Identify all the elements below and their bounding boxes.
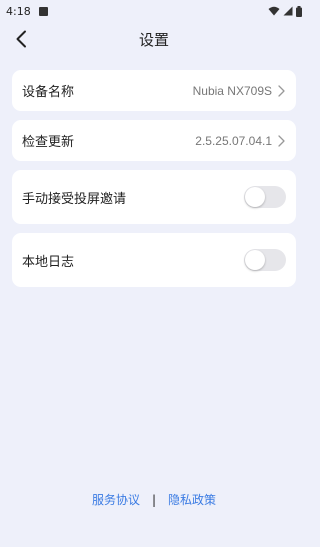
footer-links: 服务协议 | 隐私政策 [0, 491, 308, 508]
footer-separator: | [151, 492, 157, 507]
app-version-value: 2.5.25.07.04.1 [195, 133, 272, 148]
device-name-label: 设备名称 [22, 85, 75, 100]
manual-accept-label: 手动接受投屏邀请 [22, 191, 127, 207]
notification-icon [38, 6, 48, 16]
setting-manual-accept: 手动接受投屏邀请 [12, 170, 296, 224]
toggle-knob [245, 187, 265, 207]
chevron-right-icon [278, 134, 285, 147]
device-name-value: Nubia NX709S [192, 83, 272, 98]
privacy-policy-link[interactable]: 隐私政策 [168, 491, 216, 508]
setting-local-log: 本地日志 [12, 233, 296, 287]
setting-check-update[interactable]: 检查更新 2.5.25.07.04.1 [12, 120, 296, 161]
setting-device-name[interactable]: 设备名称 Nubia NX709S [12, 70, 296, 111]
page-title: 设置 [138, 30, 169, 49]
battery-icon [296, 5, 302, 17]
service-agreement-link[interactable]: 服务协议 [92, 491, 140, 508]
chevron-right-icon [278, 84, 285, 97]
wifi-icon [268, 6, 280, 16]
local-log-toggle[interactable] [244, 249, 286, 271]
manual-accept-toggle[interactable] [244, 186, 286, 208]
check-update-label: 检查更新 [22, 135, 75, 150]
local-log-label: 本地日志 [22, 254, 75, 270]
toggle-knob [245, 250, 265, 270]
status-bar: 4:18 [0, 0, 308, 22]
chevron-left-icon [16, 30, 26, 48]
back-button[interactable] [10, 27, 32, 51]
signal-icon [283, 6, 293, 16]
header: 设置 [0, 24, 308, 54]
status-time: 4:18 [6, 4, 31, 18]
status-icons [268, 5, 302, 17]
